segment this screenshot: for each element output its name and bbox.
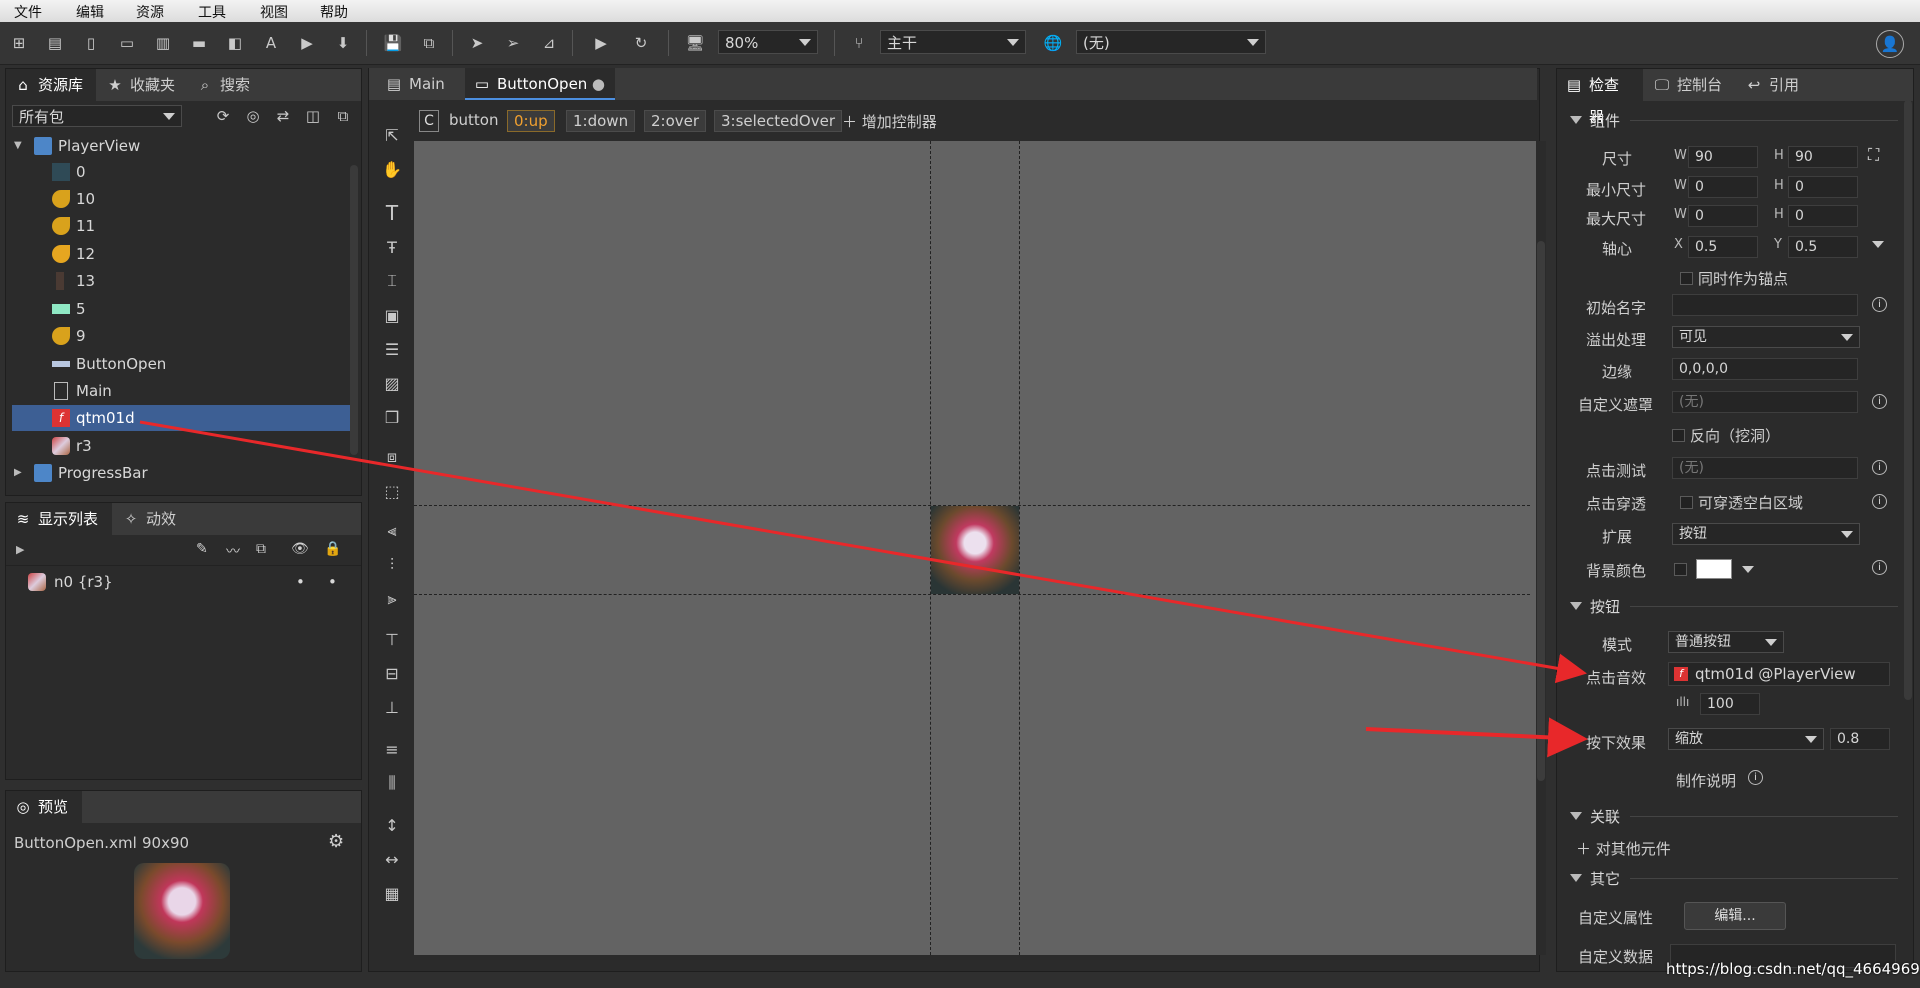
arrow-to-click-sound xyxy=(139,420,1587,684)
annotation-arrows xyxy=(139,420,1588,758)
watermark: https://blog.csdn.net/qq_46649692 xyxy=(1666,960,1920,978)
arrow-to-down-effect xyxy=(1365,717,1588,758)
